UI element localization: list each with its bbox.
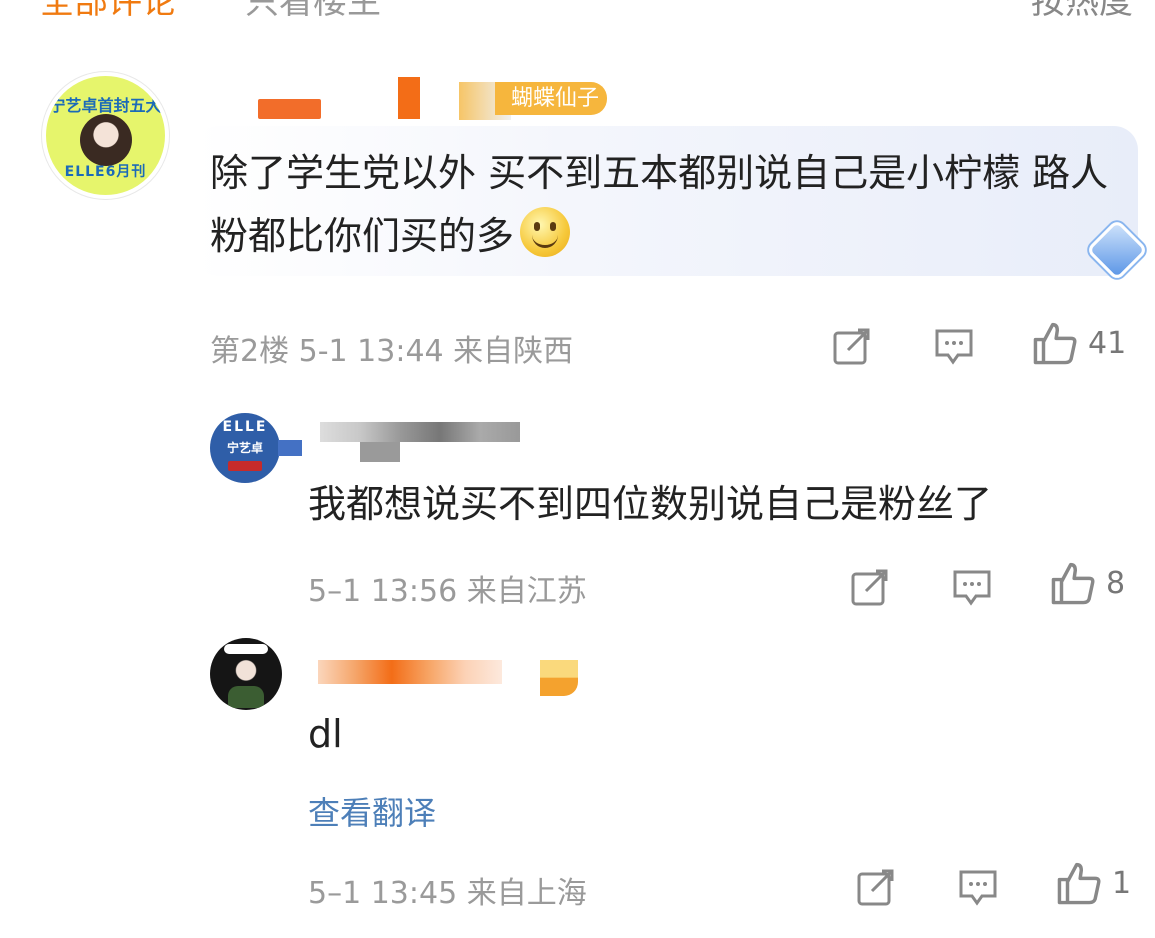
avatar-caption-bottom: ELLE6月刊 [64, 164, 147, 180]
avatar-caption-bottom: 宁艺卓 [226, 441, 263, 455]
avatar[interactable]: 宁艺卓首封五大 ELLE6月刊 [42, 72, 169, 199]
share-icon [851, 569, 888, 606]
tab-view-owner[interactable]: 只看楼主 [245, 0, 381, 23]
username-redacted [398, 77, 420, 119]
tab-all-comments[interactable]: 全部评论 [40, 0, 176, 23]
reply-button[interactable] [952, 566, 992, 608]
reply-button[interactable] [934, 325, 974, 367]
like-count: 1 [1112, 865, 1132, 901]
fan-badge-redacted [540, 660, 578, 696]
avatar-caption-top: ELLE [222, 419, 268, 435]
avatar[interactable]: ELLE 宁艺卓 [210, 413, 280, 483]
like-button[interactable]: 8 [1050, 562, 1126, 605]
like-count: 41 [1088, 325, 1127, 361]
avatar[interactable] [210, 638, 282, 710]
username-redacted[interactable] [258, 99, 321, 119]
smiley-icon [520, 207, 571, 257]
thumbs-up-icon [1033, 322, 1077, 365]
avatar-caption-top: 宁艺卓首封五大 [49, 96, 162, 115]
share-button[interactable] [832, 325, 872, 367]
username-redacted [278, 440, 302, 456]
share-icon [833, 328, 870, 365]
comment-meta: 5–1 13:56 来自江苏 [308, 574, 587, 609]
like-button[interactable]: 1 [1056, 862, 1132, 905]
comment-icon [935, 329, 973, 365]
translate-link[interactable]: 查看翻译 [308, 788, 436, 834]
like-count: 8 [1106, 565, 1126, 601]
share-icon [857, 869, 894, 906]
avatar-tag [228, 461, 262, 471]
sort-by-hot[interactable]: 按热度 [1031, 0, 1133, 23]
thumbs-up-icon [1057, 862, 1101, 905]
comment-icon [959, 870, 997, 906]
comment-meta: 第2楼 5-1 13:44 来自陕西 [210, 334, 574, 369]
thumbs-up-icon [1051, 562, 1095, 605]
comment-tabs-bar: 全部评论 只看楼主 按热度 [0, 0, 1155, 22]
fan-badge[interactable]: 蝴蝶仙子 [495, 82, 608, 115]
comment-text: 我都想说买不到四位数别说自己是粉丝了 [308, 482, 993, 526]
username-redacted [360, 442, 400, 462]
avatar-photo [80, 114, 132, 166]
avatar-photo [228, 686, 264, 708]
username-redacted[interactable] [320, 422, 520, 442]
like-button[interactable]: 41 [1032, 322, 1127, 365]
avatar-headpiece [224, 644, 268, 654]
comment-text: dl [308, 712, 343, 756]
share-button[interactable] [850, 566, 890, 608]
share-button[interactable] [856, 866, 896, 908]
username-redacted[interactable] [318, 660, 502, 684]
comment-text: 除了学生党以外 买不到五本都别说自己是小柠檬 路人粉都比你们买的多 [210, 151, 1109, 258]
reply-button[interactable] [958, 866, 998, 908]
comment-meta: 5–1 13:45 来自上海 [308, 876, 587, 911]
comment-icon [953, 570, 991, 606]
